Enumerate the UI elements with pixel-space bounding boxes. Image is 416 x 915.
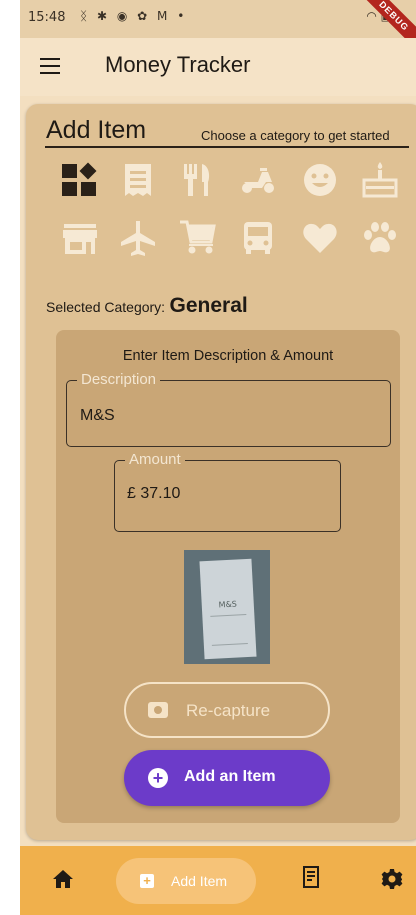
receipt-text: M&S [218, 599, 238, 610]
bottom-nav: + Add Item [20, 846, 416, 915]
pets-icon[interactable] [360, 218, 400, 258]
receipt-lines [210, 614, 248, 646]
screen: 15:48 ᛝ ✱ ◉ ✿ M • ◠ ▣ DEBUG Money Tracke… [0, 0, 416, 915]
nav-add-item-label: Add Item [171, 873, 228, 889]
storefront-icon[interactable] [60, 218, 100, 258]
add-box-icon: + [140, 874, 154, 888]
receipt-paper: M&S [199, 558, 257, 660]
selected-category-label: Selected Category: [46, 299, 166, 315]
smiley-icon[interactable] [300, 160, 340, 200]
recapture-button[interactable]: Re-capture [124, 682, 330, 738]
add-circle-icon: + [148, 768, 168, 788]
app-window: 15:48 ᛝ ✱ ◉ ✿ M • ◠ ▣ DEBUG Money Tracke… [20, 0, 416, 915]
settings-gear-icon[interactable] [381, 868, 403, 890]
description-field[interactable]: Description M&S [66, 371, 391, 447]
status-bar: 15:48 ᛝ ✱ ◉ ✿ M • ◠ ▣ DEBUG [20, 0, 416, 56]
item-form-panel: Enter Item Description & Amount Descript… [56, 330, 400, 823]
receipt-long-icon[interactable] [302, 866, 320, 888]
description-label: Description [77, 371, 161, 388]
hamburger-menu-icon[interactable] [40, 58, 60, 74]
home-icon[interactable] [52, 868, 74, 890]
selected-category-value: General [169, 294, 248, 317]
moped-icon[interactable] [238, 160, 278, 200]
heart-icon[interactable] [300, 218, 340, 258]
camera-icon [148, 702, 168, 718]
receipt-photo[interactable]: M&S [184, 550, 270, 664]
status-notification-icons: ᛝ ✱ ◉ ✿ M • [80, 9, 188, 23]
add-item-card: Add Item Choose a category to get starte… [26, 104, 416, 840]
selected-category: Selected Category: General [46, 294, 248, 318]
dashboard-icon[interactable] [60, 160, 100, 200]
cake-icon[interactable] [360, 160, 400, 200]
status-time: 15:48 [28, 10, 66, 25]
app-bar: Money Tracker [20, 38, 416, 96]
form-title: Enter Item Description & Amount [122, 348, 334, 364]
restaurant-icon[interactable] [178, 160, 218, 200]
add-item-button[interactable]: + Add an Item [124, 750, 330, 806]
app-title: Money Tracker [105, 52, 251, 77]
shopping-cart-icon[interactable] [178, 218, 218, 258]
description-value: M&S [80, 407, 115, 424]
amount-label: Amount [125, 451, 185, 468]
title-divider [45, 146, 409, 148]
flight-icon[interactable] [118, 218, 158, 258]
receipt-icon[interactable] [118, 160, 158, 200]
amount-value: £ 37.10 [127, 485, 181, 502]
recapture-label: Re-capture [186, 701, 271, 720]
card-subtitle: Choose a category to get started [201, 128, 390, 143]
amount-field[interactable]: Amount £ 37.10 [114, 451, 341, 532]
card-title: Add Item [46, 116, 147, 144]
bus-icon[interactable] [238, 218, 278, 258]
nav-add-item[interactable]: + Add Item [116, 858, 256, 904]
add-item-label: Add an Item [184, 768, 276, 785]
